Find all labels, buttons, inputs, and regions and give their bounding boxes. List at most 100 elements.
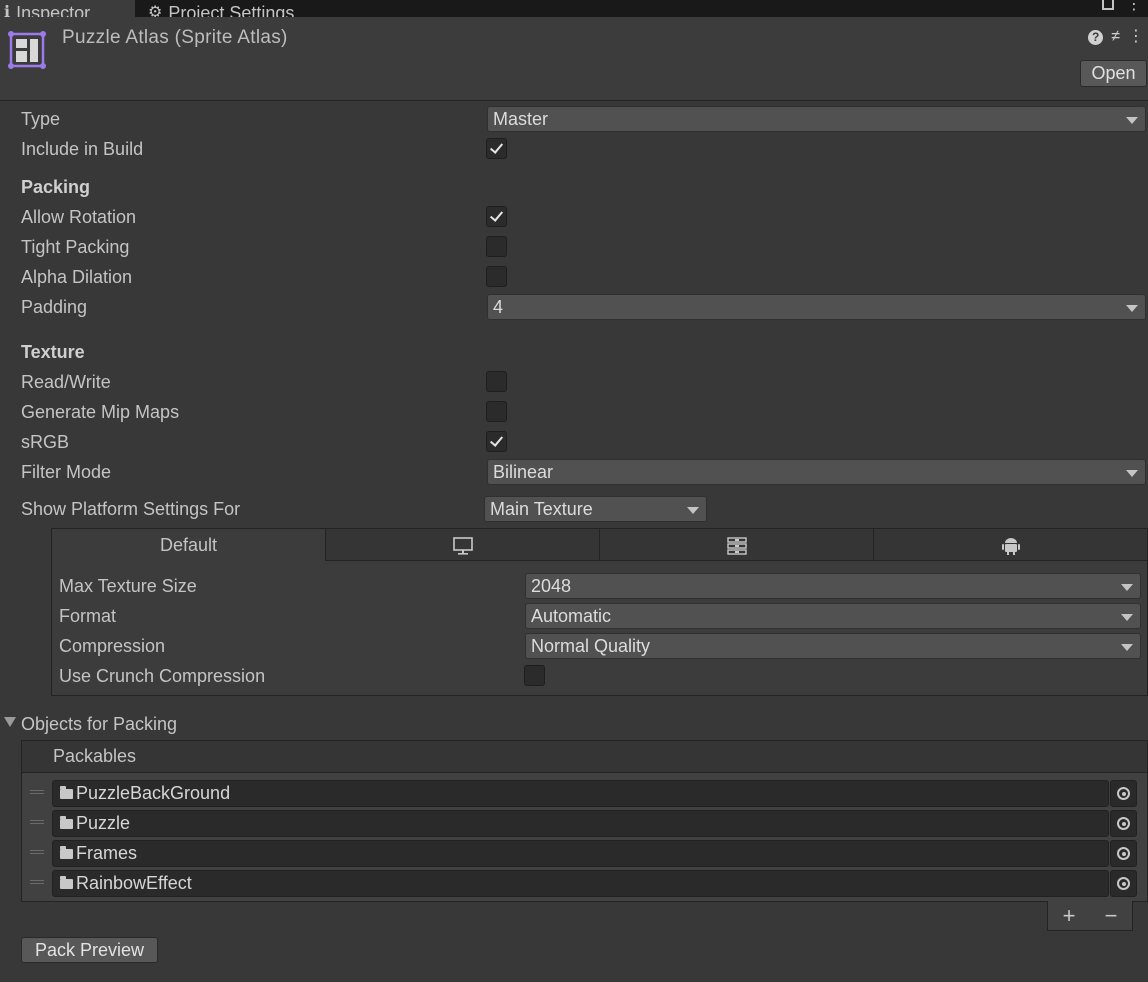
tab-inspector-label: Inspector xyxy=(16,3,91,17)
allow-rotation-checkbox[interactable] xyxy=(486,206,507,227)
tab-inspector[interactable]: ℹ Inspector xyxy=(0,0,135,17)
generate-mip-maps-label: Generate Mip Maps xyxy=(21,402,180,422)
dropdown-arrow-icon xyxy=(1126,470,1138,477)
dropdown-arrow-icon xyxy=(1121,584,1133,591)
object-field[interactable]: PuzzleBackGround xyxy=(52,780,1109,807)
drag-handle-icon[interactable] xyxy=(30,880,44,884)
srgb-label: sRGB xyxy=(21,432,70,452)
include-in-build-checkbox[interactable] xyxy=(486,138,507,159)
folder-icon xyxy=(60,786,73,799)
padding-label: Padding xyxy=(21,297,88,317)
filter-mode-dropdown[interactable]: Bilinear xyxy=(487,459,1146,485)
drag-handle-icon[interactable] xyxy=(30,850,44,854)
drag-handle-icon[interactable] xyxy=(30,820,44,824)
object-picker-button[interactable] xyxy=(1110,780,1137,807)
tight-packing-label: Tight Packing xyxy=(21,237,130,257)
type-dropdown[interactable]: Master xyxy=(487,106,1146,132)
object-picker-icon xyxy=(1117,817,1130,830)
tight-packing-checkbox[interactable] xyxy=(486,236,507,257)
android-icon xyxy=(1001,538,1020,556)
remove-item-button[interactable]: − xyxy=(1105,903,1118,929)
foldout-arrow-icon[interactable] xyxy=(4,717,16,727)
compression-dropdown[interactable]: Normal Quality xyxy=(525,633,1141,659)
tab-platform-android[interactable] xyxy=(874,529,1147,561)
object-field[interactable]: Puzzle xyxy=(52,810,1109,837)
tab-platform-server[interactable] xyxy=(600,529,874,561)
list-item: RainbowEffect xyxy=(22,868,1147,898)
object-picker-icon xyxy=(1117,787,1130,800)
format-value: Automatic xyxy=(531,606,612,626)
dropdown-arrow-icon xyxy=(1126,117,1138,124)
include-in-build-label: Include in Build xyxy=(21,139,144,159)
drag-handle-icon[interactable] xyxy=(30,790,44,794)
tab-project-settings[interactable]: ⚙ Project Settings xyxy=(138,0,338,17)
srgb-checkbox[interactable] xyxy=(486,431,507,452)
dropdown-arrow-icon xyxy=(1121,614,1133,621)
folder-icon xyxy=(60,816,73,829)
add-item-button[interactable]: + xyxy=(1063,903,1076,929)
max-texture-size-dropdown[interactable]: 2048 xyxy=(525,573,1141,599)
object-picker-button[interactable] xyxy=(1110,840,1137,867)
type-value: Master xyxy=(493,109,549,129)
use-crunch-compression-label: Use Crunch Compression xyxy=(59,666,266,686)
filter-mode-label: Filter Mode xyxy=(21,462,112,482)
platform-settings-panel: Default Max Texture Size 2048 Format Aut… xyxy=(51,528,1148,696)
settings-menu-icon[interactable]: ⋮ xyxy=(1128,29,1144,45)
max-texture-size-value: 2048 xyxy=(531,576,572,596)
generate-mip-maps-checkbox[interactable] xyxy=(486,401,507,422)
object-field[interactable]: Frames xyxy=(52,840,1109,867)
dropdown-arrow-icon xyxy=(687,507,699,514)
padding-dropdown[interactable]: 4 xyxy=(487,294,1146,320)
object-picker-icon xyxy=(1117,847,1130,860)
show-platform-settings-value: Main Texture xyxy=(490,499,593,519)
pack-preview-button[interactable]: Pack Preview xyxy=(21,937,158,963)
folder-icon xyxy=(60,876,73,889)
info-icon: ℹ xyxy=(4,4,11,17)
lock-icon[interactable] xyxy=(1102,0,1114,10)
help-icon[interactable]: ? xyxy=(1088,29,1104,45)
read-write-checkbox[interactable] xyxy=(486,371,507,392)
dropdown-arrow-icon xyxy=(1121,644,1133,651)
alpha-dilation-label: Alpha Dilation xyxy=(21,267,133,287)
sprite-atlas-icon xyxy=(8,31,46,69)
tab-platform-default[interactable]: Default xyxy=(52,529,326,561)
monitor-icon xyxy=(452,537,473,555)
preset-icon[interactable]: ≠ xyxy=(1111,29,1120,45)
packables-list-header: Packables xyxy=(21,740,1148,772)
objects-for-packing-foldout[interactable]: Objects for Packing xyxy=(21,713,177,735)
filter-mode-value: Bilinear xyxy=(493,462,554,482)
open-button[interactable]: Open xyxy=(1080,60,1147,87)
list-item: Puzzle xyxy=(22,808,1147,838)
packables-list: PuzzleBackGround Puzzle Frames RainbowEf… xyxy=(21,772,1148,902)
gear-icon: ⚙ xyxy=(148,4,163,17)
type-label: Type xyxy=(21,109,61,129)
dropdown-arrow-icon xyxy=(1126,305,1138,312)
object-name: Frames xyxy=(76,843,138,863)
read-write-label: Read/Write xyxy=(21,372,111,392)
list-item: Frames xyxy=(22,838,1147,868)
kebab-menu-icon[interactable]: ⋮ xyxy=(1126,0,1142,13)
texture-section-heading: Texture xyxy=(21,342,85,362)
window-tab-bar: ℹ Inspector ⚙ Project Settings ⋮ xyxy=(0,0,1148,17)
list-item: PuzzleBackGround xyxy=(22,778,1147,808)
object-picker-icon xyxy=(1117,877,1130,890)
alpha-dilation-checkbox[interactable] xyxy=(486,266,507,287)
format-label: Format xyxy=(59,606,117,626)
object-picker-button[interactable] xyxy=(1110,870,1137,897)
object-picker-button[interactable] xyxy=(1110,810,1137,837)
padding-value: 4 xyxy=(493,297,504,317)
asset-title: Puzzle Atlas (Sprite Atlas) xyxy=(62,27,288,48)
tab-platform-standalone[interactable] xyxy=(326,529,600,561)
tab-project-settings-label: Project Settings xyxy=(168,3,295,17)
object-name: PuzzleBackGround xyxy=(76,783,231,803)
show-platform-settings-dropdown[interactable]: Main Texture xyxy=(484,496,707,522)
show-platform-settings-label: Show Platform Settings For xyxy=(21,499,241,519)
use-crunch-compression-checkbox[interactable] xyxy=(524,665,545,686)
object-name: Puzzle xyxy=(76,813,131,833)
object-field[interactable]: RainbowEffect xyxy=(52,870,1109,897)
compression-label: Compression xyxy=(59,636,166,656)
list-footer: + − xyxy=(1047,901,1133,931)
inspector-header: Puzzle Atlas (Sprite Atlas) ? ≠ ⋮ Open xyxy=(0,17,1148,101)
max-texture-size-label: Max Texture Size xyxy=(59,576,197,596)
format-dropdown[interactable]: Automatic xyxy=(525,603,1141,629)
